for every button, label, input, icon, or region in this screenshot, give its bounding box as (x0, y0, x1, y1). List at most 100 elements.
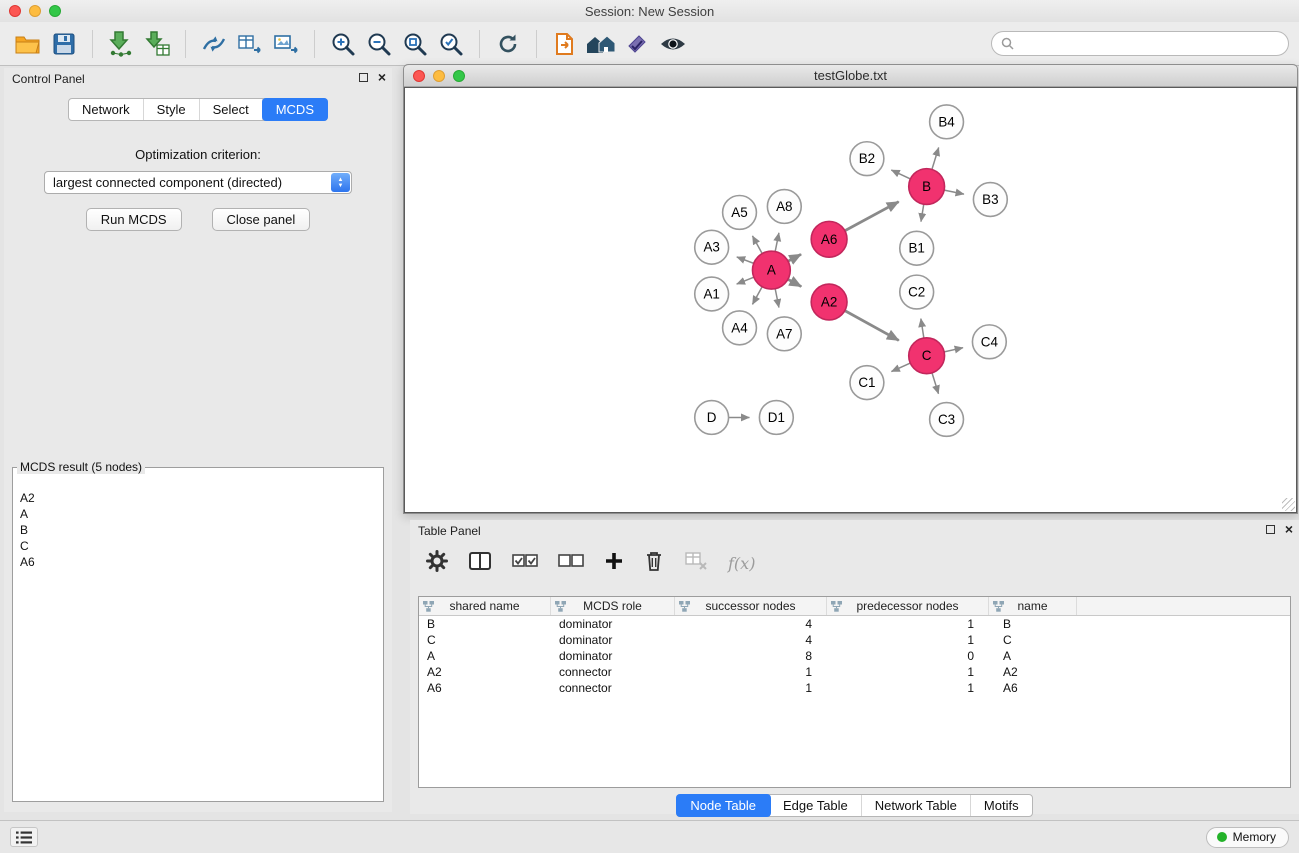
network-graph[interactable]: B4B2BB3A5A8A6A3B1AC2A1A2A4A7C4CC1DD1C3 (405, 88, 1296, 512)
graph-edge-A-A8[interactable] (775, 233, 779, 252)
tab-edge-table[interactable]: Edge Table (770, 795, 862, 816)
cell-predecessor-nodes[interactable]: 1 (827, 617, 989, 631)
optimization-criterion-dropdown[interactable]: largest connected component (directed) ▲… (44, 171, 352, 194)
tab-motifs[interactable]: Motifs (971, 795, 1032, 816)
annotation-icon[interactable] (619, 26, 655, 62)
network-canvas[interactable]: B4B2BB3A5A8A6A3B1AC2A1A2A4A7C4CC1DD1C3 (404, 87, 1297, 513)
table-row-a[interactable]: Adominator80A (419, 648, 1290, 664)
graph-edge-A-A7[interactable] (775, 289, 779, 308)
graph-edge-A-A1[interactable] (737, 277, 754, 284)
cell-name[interactable]: B (989, 617, 1077, 631)
graph-edge-A-A4[interactable] (752, 287, 762, 305)
graph-node-A6[interactable]: A6 (811, 221, 847, 257)
column-header-shared-name[interactable]: shared name (419, 597, 551, 615)
close-panel-icon[interactable]: × (378, 71, 386, 83)
graph-edge-C-C3[interactable] (932, 373, 938, 394)
run-mcds-button[interactable]: Run MCDS (86, 208, 182, 231)
zoom-selected-icon[interactable] (433, 26, 469, 62)
cell-successor-nodes[interactable]: 1 (675, 681, 827, 695)
graph-node-A5[interactable]: A5 (723, 195, 757, 229)
cell-mcds-role[interactable]: dominator (551, 649, 675, 663)
open-document-icon[interactable] (547, 26, 583, 62)
result-item-a6[interactable]: A6 (16, 554, 380, 570)
column-header-mcds-role[interactable]: MCDS role (551, 597, 675, 615)
column-header-successor-nodes[interactable]: successor nodes (675, 597, 827, 615)
graph-node-A[interactable]: A (752, 251, 790, 289)
table-row-b[interactable]: Bdominator41B (419, 616, 1290, 632)
resize-grip[interactable] (1282, 498, 1295, 511)
graph-edge-A-A2[interactable] (788, 279, 801, 286)
cell-successor-nodes[interactable]: 4 (675, 633, 827, 647)
fx-icon[interactable]: f(x) (728, 554, 755, 573)
table-row-c[interactable]: Cdominator41C (419, 632, 1290, 648)
cell-mcds-role[interactable]: dominator (551, 633, 675, 647)
cell-name[interactable]: A (989, 649, 1077, 663)
graph-edge-B-B3[interactable] (944, 190, 964, 194)
graph-node-B1[interactable]: B1 (900, 231, 934, 265)
graph-edge-A-A3[interactable] (737, 257, 754, 263)
cell-name[interactable]: A2 (989, 665, 1077, 679)
minimize-window-button[interactable] (29, 5, 41, 17)
cell-predecessor-nodes[interactable]: 1 (827, 681, 989, 695)
graph-edge-A-A6[interactable] (788, 254, 801, 261)
export-table-icon[interactable] (232, 26, 268, 62)
add-row-icon[interactable] (604, 551, 624, 576)
layout-arrows-icon[interactable] (196, 26, 232, 62)
graph-edge-B-B2[interactable] (891, 170, 910, 179)
graph-node-C[interactable]: C (909, 338, 945, 374)
home-icon[interactable] (583, 26, 619, 62)
minimize-network-window-button[interactable] (433, 70, 445, 82)
graph-edge-C-C1[interactable] (891, 363, 910, 371)
cell-shared-name[interactable]: A (419, 649, 551, 663)
graph-edge-C-C4[interactable] (944, 348, 963, 352)
graph-node-A3[interactable]: A3 (695, 230, 729, 264)
cell-name[interactable]: C (989, 633, 1077, 647)
graph-edge-A6-B[interactable] (845, 202, 899, 231)
import-table-icon[interactable] (139, 26, 175, 62)
graph-edge-A-A5[interactable] (752, 236, 762, 254)
cell-predecessor-nodes[interactable]: 0 (827, 649, 989, 663)
graph-node-A1[interactable]: A1 (695, 277, 729, 311)
graph-node-D[interactable]: D (695, 401, 729, 435)
graph-node-A2[interactable]: A2 (811, 284, 847, 320)
graph-node-C4[interactable]: C4 (972, 325, 1006, 359)
cell-shared-name[interactable]: B (419, 617, 551, 631)
table-row-a6[interactable]: A6connector11A6 (419, 680, 1290, 696)
graph-node-C3[interactable]: C3 (930, 403, 964, 437)
cell-shared-name[interactable]: A2 (419, 665, 551, 679)
tab-style[interactable]: Style (144, 99, 200, 120)
select-all-icon[interactable] (512, 551, 538, 576)
graph-node-A4[interactable]: A4 (723, 311, 757, 345)
graph-node-B[interactable]: B (909, 169, 945, 205)
close-network-window-button[interactable] (413, 70, 425, 82)
search-box[interactable] (991, 31, 1289, 56)
gear-icon[interactable] (426, 550, 448, 577)
cell-name[interactable]: A6 (989, 681, 1077, 695)
column-header-name[interactable]: name (989, 597, 1077, 615)
zoom-network-window-button[interactable] (453, 70, 465, 82)
result-item-a[interactable]: A (16, 506, 380, 522)
export-image-icon[interactable] (268, 26, 304, 62)
table-row-a2[interactable]: A2connector11A2 (419, 664, 1290, 680)
column-chooser-icon[interactable] (468, 551, 492, 576)
tab-network-table[interactable]: Network Table (862, 795, 971, 816)
deselect-all-icon[interactable] (558, 551, 584, 576)
tab-node-table[interactable]: Node Table (676, 794, 771, 817)
refresh-icon[interactable] (490, 26, 526, 62)
search-input[interactable] (1019, 36, 1279, 51)
result-item-a2[interactable]: A2 (16, 490, 380, 506)
float-panel-icon[interactable] (359, 73, 368, 82)
network-window-titlebar[interactable]: testGlobe.txt (404, 65, 1297, 87)
graph-edge-B-B1[interactable] (921, 204, 924, 221)
column-header-predecessor-nodes[interactable]: predecessor nodes (827, 597, 989, 615)
graph-node-A7[interactable]: A7 (767, 317, 801, 351)
mcds-result-list[interactable]: A2ABCA6 (16, 490, 380, 798)
cell-mcds-role[interactable]: connector (551, 681, 675, 695)
tab-select[interactable]: Select (200, 99, 263, 120)
cell-mcds-role[interactable]: dominator (551, 617, 675, 631)
graph-node-D1[interactable]: D1 (759, 401, 793, 435)
memory-button[interactable]: Memory (1206, 827, 1289, 848)
tab-network[interactable]: Network (69, 99, 144, 120)
cell-predecessor-nodes[interactable]: 1 (827, 665, 989, 679)
save-session-icon[interactable] (46, 26, 82, 62)
